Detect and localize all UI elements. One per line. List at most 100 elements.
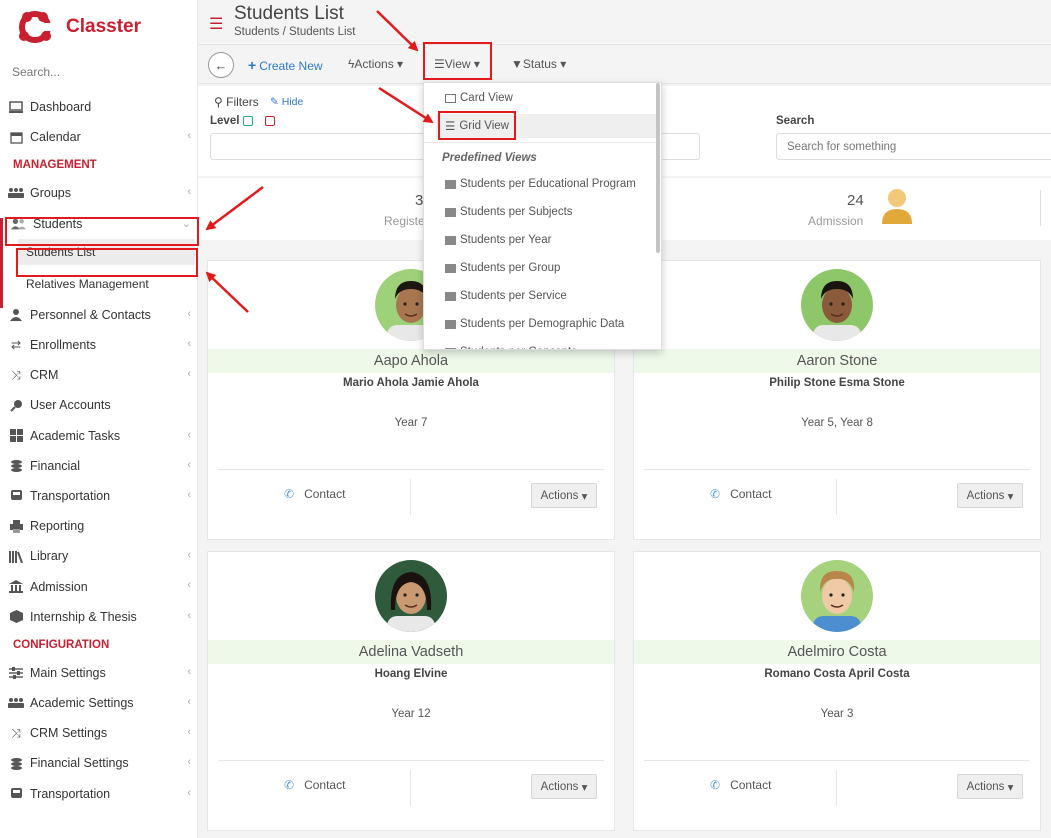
- contact-label: Contact: [304, 778, 346, 792]
- table-icon: [445, 93, 456, 103]
- student-relatives: Philip Stone Esma Stone: [769, 377, 905, 389]
- monitor-icon: [8, 100, 24, 114]
- student-card[interactable]: Adelmiro Costa Romano Costa April Costa Ye…: [633, 551, 1041, 831]
- predefined-view-option[interactable]: Students per Group: [424, 256, 661, 280]
- bus-icon: [8, 489, 24, 503]
- contact-label: Contact: [730, 778, 772, 792]
- sidebar-item-enrollments[interactable]: ⇄ Enrollments ‹: [0, 330, 197, 360]
- page-header: ☰ Students List Students / Students List: [198, 0, 1051, 44]
- student-card[interactable]: Adelina Vadseth Hoang Elvine Year 12 ✆ Conta…: [207, 551, 615, 831]
- card-actions-button[interactable]: Actions ▾: [957, 483, 1023, 508]
- search-input[interactable]: Search for something: [776, 133, 1051, 160]
- sidebar-item-label: Reporting: [30, 519, 85, 534]
- classter-logo-icon: [19, 11, 52, 43]
- status-label: Status: [522, 57, 557, 71]
- logo[interactable]: Classter: [0, 0, 197, 54]
- chevron-left-icon: ‹: [187, 609, 191, 622]
- predefined-view-label: Students per Group: [460, 262, 561, 274]
- predefined-view-option[interactable]: Students per Demographic Data: [424, 312, 661, 336]
- sidebar-item-transportation[interactable]: Transportation ‹: [0, 779, 197, 809]
- registered-label: Registe: [384, 214, 425, 228]
- predefined-view-label: Students per Concepts: [460, 346, 577, 349]
- user-icon: [882, 189, 912, 224]
- sidebar-item-library[interactable]: Library ‹: [0, 541, 197, 571]
- student-name[interactable]: Aaron Stone: [634, 349, 1040, 373]
- create-new-button[interactable]: + Create New: [248, 57, 323, 73]
- table-icon: [445, 179, 456, 189]
- card-divider: [218, 469, 604, 470]
- card-actions-button[interactable]: Actions ▾: [531, 774, 597, 799]
- student-avatar[interactable]: [801, 269, 873, 341]
- select-all-icon[interactable]: [243, 116, 253, 126]
- predefined-views-header: Predefined Views: [442, 152, 537, 164]
- books-icon: [8, 549, 24, 563]
- sidebar-item-label: CRM: [30, 368, 59, 383]
- student-name[interactable]: Adelmiro Costa: [634, 640, 1040, 664]
- stats-divider: [1040, 190, 1041, 226]
- key-icon: [8, 398, 24, 412]
- student-relatives: Hoang Elvine: [374, 668, 448, 680]
- predefined-view-option[interactable]: Students per Subjects: [424, 200, 661, 224]
- plus-icon: +: [248, 57, 257, 73]
- chevron-left-icon: ‹: [187, 428, 191, 441]
- table-icon: [445, 263, 456, 273]
- sidebar-item-financial-settings[interactable]: Financial Settings ‹: [0, 748, 197, 778]
- sidebar-item-label: Library: [30, 549, 69, 564]
- sidebar-item-admission[interactable]: Admission ‹: [0, 571, 197, 601]
- sidebar-item-main-settings[interactable]: Main Settings ‹: [0, 658, 197, 688]
- contact-button[interactable]: ✆ Contact: [284, 778, 345, 792]
- coins-icon: [8, 756, 24, 770]
- predefined-view-option[interactable]: Students per Year: [424, 228, 661, 252]
- predefined-view-option[interactable]: Students per Service: [424, 284, 661, 308]
- contact-button[interactable]: ✆ Contact: [284, 487, 345, 501]
- sidebar-item-financial[interactable]: Financial ‹: [0, 451, 197, 481]
- sidebar-search-input[interactable]: [12, 60, 182, 84]
- card-vertical-divider: [836, 770, 837, 806]
- back-button[interactable]: ←: [208, 52, 234, 78]
- sidebar-item-reporting[interactable]: Reporting: [0, 511, 197, 541]
- clear-selection-icon[interactable]: [265, 116, 275, 126]
- student-name[interactable]: Aapo Ahola: [208, 349, 614, 373]
- breadcrumb[interactable]: Students / Students List: [234, 26, 355, 38]
- sidebar-item-user-accounts[interactable]: User Accounts: [0, 390, 197, 420]
- student-name[interactable]: Adelina Vadseth: [208, 640, 614, 664]
- card-vertical-divider: [410, 479, 411, 515]
- sidebar-item-crm[interactable]: ⤨ CRM ‹: [0, 360, 197, 390]
- card-actions-button[interactable]: Actions ▾: [531, 483, 597, 508]
- student-avatar[interactable]: [375, 560, 447, 632]
- chevron-left-icon: ‹: [187, 186, 191, 199]
- sidebar-item-dashboard[interactable]: Dashboard: [0, 92, 197, 122]
- card-view-option[interactable]: Card View: [424, 86, 661, 110]
- sidebar-item-crm-settings[interactable]: ⤨ CRM Settings ‹: [0, 718, 197, 748]
- contact-button[interactable]: ✆ Contact: [710, 778, 771, 792]
- actions-button[interactable]: ϟActions ▾: [348, 57, 403, 71]
- card-actions-label: Actions: [966, 780, 1005, 793]
- sidebar-item-academic-settings[interactable]: Academic Settings ‹: [0, 688, 197, 718]
- sidebar-item-calendar[interactable]: Calendar ‹: [0, 122, 197, 152]
- menu-icon[interactable]: ☰: [209, 14, 223, 34]
- card-actions-button[interactable]: Actions ▾: [957, 774, 1023, 799]
- chevron-left-icon: ‹: [187, 488, 191, 501]
- sidebar-item-label: Enrollments: [30, 338, 96, 353]
- student-avatar[interactable]: [801, 560, 873, 632]
- predefined-view-option[interactable]: Students per Concepts: [424, 340, 661, 349]
- sidebar-item-internship-thesis[interactable]: Internship & Thesis ‹: [0, 602, 197, 632]
- card-divider: [218, 760, 604, 761]
- status-button[interactable]: ▼Status ▾: [511, 57, 566, 71]
- sidebar-item-personnel-contacts[interactable]: Personnel & Contacts ‹: [0, 300, 197, 330]
- sidebar-item-label: User Accounts: [30, 398, 111, 413]
- phone-icon: ✆: [710, 778, 721, 792]
- hide-filters-link[interactable]: ✎ Hide: [270, 96, 303, 108]
- sidebar-item-groups[interactable]: Groups ‹: [0, 178, 197, 208]
- sidebar-item-label: Calendar: [30, 130, 81, 145]
- filter-icon: ▼: [511, 57, 523, 71]
- sidebar-item-academic-tasks[interactable]: Academic Tasks ‹: [0, 421, 197, 451]
- menu-scrollbar[interactable]: [656, 83, 660, 253]
- student-card[interactable]: Aaron Stone Philip Stone Esma Stone Year 5…: [633, 260, 1041, 540]
- chevron-left-icon: ‹: [187, 307, 191, 320]
- create-new-label: Create New: [259, 59, 323, 73]
- sidebar-item-transportation[interactable]: Transportation ‹: [0, 481, 197, 511]
- contact-button[interactable]: ✆ Contact: [710, 487, 771, 501]
- predefined-view-option[interactable]: Students per Educational Program: [424, 172, 661, 196]
- printer-icon: [8, 519, 24, 533]
